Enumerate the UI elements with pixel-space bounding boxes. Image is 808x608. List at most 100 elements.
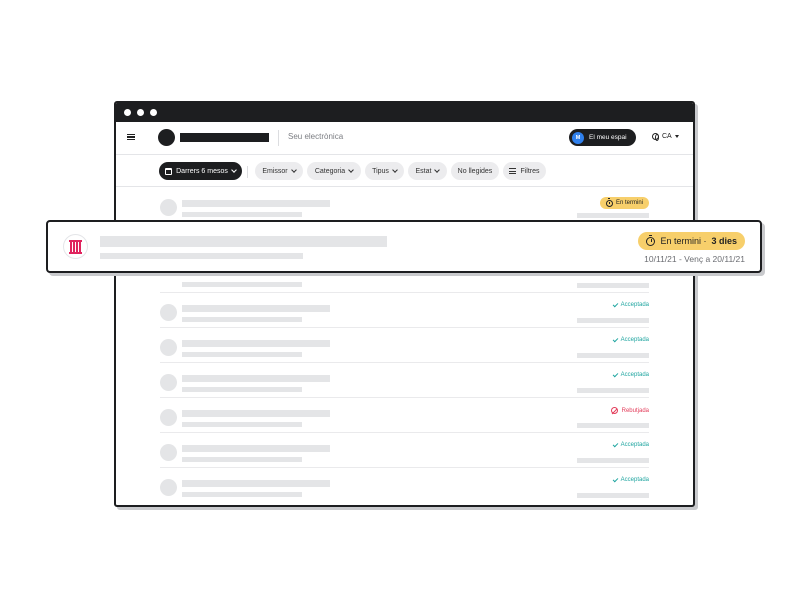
status-accepted: Acceptada bbox=[612, 371, 649, 378]
status-label: Acceptada bbox=[620, 442, 649, 448]
caret-down-icon bbox=[674, 135, 679, 138]
list-item[interactable]: En termini bbox=[116, 188, 693, 223]
status-label: En termini bbox=[615, 200, 643, 206]
sliders-icon bbox=[509, 168, 517, 174]
issuer-avatar-placeholder bbox=[160, 444, 177, 461]
app-window: Seu electrònica M El meu espai CA Darrer… bbox=[114, 101, 695, 507]
generalitat-seal-icon bbox=[63, 234, 88, 259]
list-item[interactable]: Acceptada bbox=[116, 433, 693, 468]
subtitle-placeholder bbox=[182, 282, 302, 287]
issuer-avatar-placeholder bbox=[160, 479, 177, 496]
title-placeholder bbox=[182, 200, 330, 207]
logo-wordmark[interactable] bbox=[180, 133, 269, 142]
window-maximize-dot[interactable] bbox=[150, 109, 157, 116]
deadline-days: 3 dies bbox=[711, 236, 737, 246]
list-item[interactable]: Acceptada bbox=[116, 293, 693, 328]
chevron-down-icon bbox=[231, 167, 237, 173]
list-item[interactable]: Acceptada bbox=[116, 328, 693, 363]
issuer-avatar-placeholder bbox=[160, 339, 177, 356]
status-label: Rebutjada bbox=[621, 407, 649, 414]
chevron-down-icon bbox=[290, 167, 297, 173]
chevron-down-icon bbox=[348, 167, 355, 173]
status-rejected: Rebutjada bbox=[610, 407, 649, 414]
timer-icon bbox=[646, 234, 656, 246]
status-accepted: Acceptada bbox=[612, 336, 649, 343]
check-icon bbox=[612, 336, 618, 342]
filter-label: Categoria bbox=[314, 167, 346, 175]
hamburger-menu-icon[interactable] bbox=[127, 134, 135, 140]
language-label: CA bbox=[662, 133, 672, 140]
subtitle-placeholder bbox=[182, 492, 302, 497]
filter-more[interactable]: Filtres bbox=[503, 162, 546, 180]
avatar: M bbox=[572, 131, 584, 144]
filter-label: Emissor bbox=[262, 167, 288, 175]
check-icon bbox=[612, 476, 618, 482]
ban-icon bbox=[610, 407, 618, 414]
notification-dates: 10/11/21 - Venç a 20/11/21 bbox=[644, 254, 745, 264]
header-divider bbox=[278, 130, 279, 146]
subtitle-placeholder bbox=[182, 387, 302, 392]
status-label: Acceptada bbox=[620, 337, 649, 343]
window-minimize-dot[interactable] bbox=[137, 109, 144, 116]
status-label: Acceptada bbox=[620, 477, 649, 483]
globe-icon bbox=[652, 133, 659, 141]
my-space-label: El meu espai bbox=[589, 134, 627, 141]
seal-stripes bbox=[69, 239, 82, 254]
filter-categoria[interactable]: Categoria bbox=[307, 162, 361, 180]
title-placeholder bbox=[182, 445, 330, 452]
deadline-badge: En termini · 3 dies bbox=[638, 232, 745, 250]
calendar-icon bbox=[165, 167, 173, 175]
list-item[interactable]: Acceptada bbox=[116, 468, 693, 503]
title-placeholder bbox=[100, 236, 387, 247]
subtitle-placeholder bbox=[182, 422, 302, 427]
subtitle-placeholder bbox=[182, 457, 302, 462]
chevron-down-icon bbox=[434, 167, 441, 173]
date-placeholder bbox=[577, 458, 649, 463]
status-accepted: Acceptada bbox=[612, 301, 649, 308]
title-placeholder bbox=[182, 480, 330, 487]
status-accepted: Acceptada bbox=[612, 441, 649, 448]
filter-label: Estat bbox=[415, 167, 432, 175]
subtitle-placeholder bbox=[182, 352, 302, 357]
my-space-button[interactable]: M El meu espai bbox=[569, 129, 636, 146]
check-icon bbox=[612, 301, 618, 307]
subtitle-placeholder bbox=[182, 212, 302, 217]
language-selector[interactable]: CA bbox=[652, 133, 679, 141]
date-placeholder bbox=[577, 423, 649, 428]
filter-divider bbox=[247, 166, 248, 178]
logo-mark bbox=[158, 129, 175, 146]
subtitle-placeholder bbox=[100, 253, 303, 259]
issuer-avatar-placeholder bbox=[160, 199, 177, 216]
title-placeholder bbox=[182, 410, 330, 417]
filter-label: Filtres bbox=[520, 167, 540, 175]
check-icon bbox=[612, 441, 618, 447]
filter-estat[interactable]: Estat bbox=[408, 162, 447, 180]
list-item[interactable]: Acceptada bbox=[116, 363, 693, 398]
date-placeholder bbox=[577, 318, 649, 323]
date-placeholder bbox=[577, 283, 649, 288]
issuer-avatar-placeholder bbox=[160, 409, 177, 426]
status-label: Acceptada bbox=[620, 372, 649, 378]
check-icon bbox=[612, 371, 618, 377]
date-placeholder bbox=[577, 353, 649, 358]
filter-label: Darrers 6 mesos bbox=[176, 167, 228, 175]
filter-unread[interactable]: No llegides bbox=[451, 162, 499, 180]
title-placeholder bbox=[182, 340, 330, 347]
deadline-status: En termini · bbox=[660, 236, 707, 246]
filter-bar: Darrers 6 mesos Emissor Categoria Tipus … bbox=[116, 156, 693, 187]
status-badge: En termini bbox=[599, 197, 649, 209]
title-placeholder bbox=[182, 375, 330, 382]
list-item[interactable]: Rebutjada bbox=[116, 398, 693, 433]
highlighted-notification-card[interactable]: En termini · 3 dies 10/11/21 - Venç a 20… bbox=[46, 220, 762, 273]
status-accepted: Acceptada bbox=[612, 476, 649, 483]
filter-label: No llegides bbox=[457, 167, 493, 175]
filter-emissor[interactable]: Emissor bbox=[255, 162, 303, 180]
date-placeholder bbox=[577, 493, 649, 498]
chevron-down-icon bbox=[392, 167, 398, 173]
filter-date-range[interactable]: Darrers 6 mesos bbox=[159, 162, 242, 180]
title-placeholder bbox=[182, 305, 330, 312]
window-close-dot[interactable] bbox=[124, 109, 131, 116]
subtitle-placeholder bbox=[182, 317, 302, 322]
issuer-avatar-placeholder bbox=[160, 304, 177, 321]
filter-tipus[interactable]: Tipus bbox=[365, 162, 404, 180]
